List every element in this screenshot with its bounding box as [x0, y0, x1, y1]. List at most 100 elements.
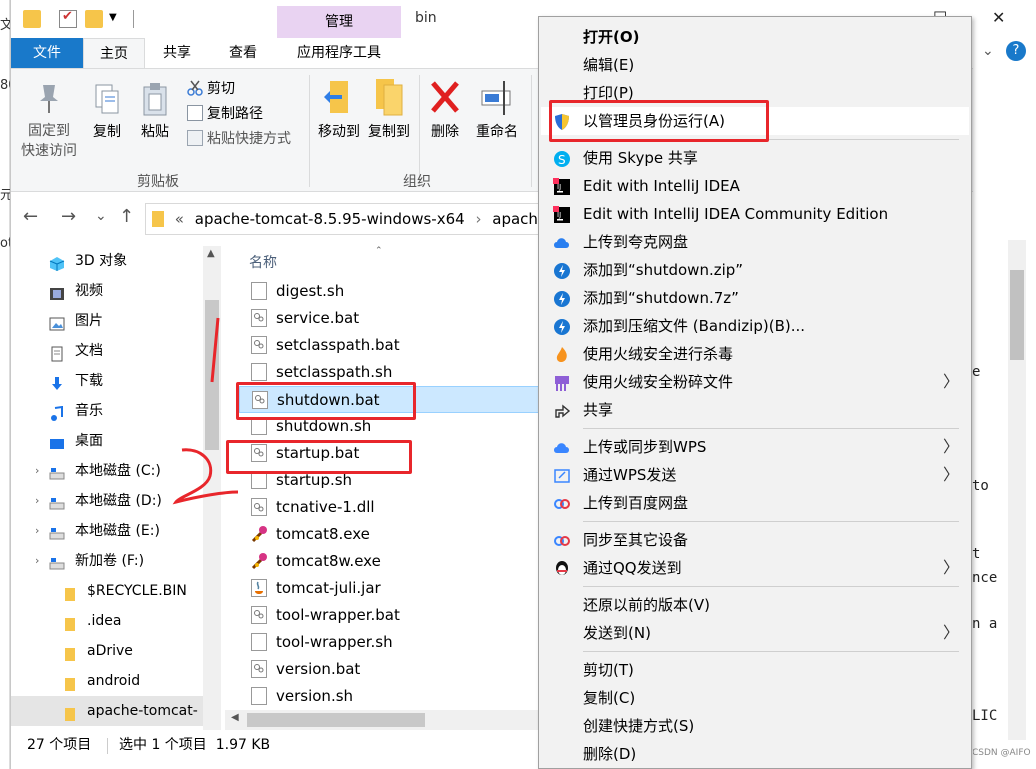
- scrollbar-thumb[interactable]: [1010, 270, 1024, 360]
- nav-item[interactable]: › 新加卷 (F:): [11, 546, 203, 576]
- copy-path-button[interactable]: 复制路径: [187, 102, 263, 126]
- nav-item[interactable]: aDrive: [11, 636, 203, 666]
- nav-item[interactable]: android: [11, 666, 203, 696]
- submenu-arrow-icon: 〉: [942, 558, 959, 577]
- tab-home[interactable]: 主页: [83, 38, 145, 69]
- file-row[interactable]: version.sh: [239, 683, 539, 710]
- chevron-down-icon[interactable]: ⌄: [982, 43, 994, 59]
- pin-quick-access-button[interactable]: 固定到 快速访问: [17, 81, 81, 161]
- breadcrumb-separator[interactable]: ›: [475, 210, 481, 228]
- nav-item[interactable]: .idea: [11, 606, 203, 636]
- context-menu-item[interactable]: 复制(C): [541, 684, 969, 712]
- expand-chevron-icon[interactable]: ›: [35, 456, 39, 486]
- file-row[interactable]: tomcat8w.exe: [239, 548, 539, 575]
- nav-item[interactable]: 3D 对象: [11, 246, 203, 276]
- context-menu-item[interactable]: 剪切(T): [541, 656, 969, 684]
- bg-scrollbar[interactable]: [1008, 240, 1026, 740]
- watermark: CSDN @AIFO: [972, 748, 1031, 758]
- tab-app-tools[interactable]: 应用程序工具: [281, 38, 397, 68]
- back-arrow-icon[interactable]: ←: [23, 206, 38, 227]
- contextual-tab-manage[interactable]: 管理: [277, 6, 401, 38]
- intellij-icon: IJ: [553, 177, 571, 195]
- context-menu-item[interactable]: IJ Edit with IntelliJ IDEA: [541, 172, 969, 200]
- file-row[interactable]: tomcat-juli.jar: [239, 575, 539, 602]
- nav-item[interactable]: apache-tomcat-: [11, 696, 203, 726]
- context-menu-item[interactable]: 共享: [541, 396, 969, 424]
- file-row[interactable]: service.bat: [239, 305, 539, 332]
- context-menu-item[interactable]: 添加到压缩文件 (Bandizip)(B)...: [541, 312, 969, 340]
- copy-to-button[interactable]: 复制到: [365, 77, 413, 141]
- paste-shortcut-label: 粘贴快捷方式: [207, 131, 291, 147]
- breadcrumb-segment[interactable]: apache-tomcat-8.5.95-windows-x64: [195, 210, 465, 228]
- context-menu-item[interactable]: 添加到“shutdown.zip”: [541, 256, 969, 284]
- context-menu-item[interactable]: 还原以前的版本(V): [541, 591, 969, 619]
- menu-separator: [583, 651, 959, 652]
- delete-button[interactable]: 删除: [425, 77, 465, 141]
- new-folder-icon[interactable]: [85, 10, 103, 28]
- file-row[interactable]: tool-wrapper.bat: [239, 602, 539, 629]
- context-menu-item[interactable]: 上传或同步到WPS 〉: [541, 433, 969, 461]
- file-row[interactable]: setclasspath.bat: [239, 332, 539, 359]
- rename-button[interactable]: 重命名: [471, 77, 523, 141]
- nav-item-label: $RECYCLE.BIN: [87, 583, 187, 599]
- context-menu-item[interactable]: 打开(O): [541, 23, 969, 51]
- menu-separator: [583, 428, 959, 429]
- window-title: bin: [415, 10, 437, 26]
- file-name: tcnative-1.dll: [276, 498, 375, 516]
- breadcrumb-segment[interactable]: apache-: [492, 210, 538, 228]
- path-overflow[interactable]: «: [175, 210, 184, 228]
- quick-access-dropdown-icon[interactable]: ▼: [109, 12, 117, 23]
- huorong-icon: [553, 345, 571, 363]
- context-menu-item[interactable]: 使用火绒安全进行杀毒: [541, 340, 969, 368]
- file-row[interactable]: tcnative-1.dll: [239, 494, 539, 521]
- context-menu-item[interactable]: 创建快捷方式(S): [541, 712, 969, 740]
- context-menu-item[interactable]: 上传到百度网盘: [541, 489, 969, 517]
- expand-chevron-icon[interactable]: ›: [35, 546, 39, 576]
- address-bar[interactable]: « apache-tomcat-8.5.95-windows-x64 › apa…: [145, 203, 539, 235]
- file-row[interactable]: tomcat8.exe: [239, 521, 539, 548]
- move-to-button[interactable]: 移动到: [315, 77, 363, 141]
- download-icon: [49, 373, 65, 390]
- help-icon[interactable]: ?: [1006, 41, 1026, 61]
- column-header-name[interactable]: 名称: [249, 252, 277, 272]
- up-arrow-icon[interactable]: ↑: [119, 206, 134, 227]
- context-menu-item[interactable]: 通过QQ发送到 〉: [541, 554, 969, 582]
- copy-to-icon: [372, 77, 406, 117]
- properties-check-icon[interactable]: ✔: [59, 9, 77, 28]
- context-menu-item[interactable]: 同步至其它设备: [541, 526, 969, 554]
- context-menu-item[interactable]: 发送到(N) 〉: [541, 619, 969, 647]
- folder-icon: [61, 613, 77, 631]
- tab-share[interactable]: 共享: [151, 38, 203, 68]
- context-menu-item[interactable]: 上传到夸克网盘: [541, 228, 969, 256]
- context-menu-item[interactable]: 使用火绒安全粉碎文件 〉: [541, 368, 969, 396]
- recent-locations-chevron-icon[interactable]: ⌄: [95, 208, 107, 224]
- file-row[interactable]: digest.sh: [239, 278, 539, 305]
- tab-view[interactable]: 查看: [215, 38, 271, 68]
- nav-item-label: 本地磁盘 (E:): [75, 523, 160, 539]
- context-menu-item[interactable]: 通过WPS发送 〉: [541, 461, 969, 489]
- context-menu-item[interactable]: IJ Edit with IntelliJ IDEA Community Edit…: [541, 200, 969, 228]
- cut-button[interactable]: 剪切: [187, 77, 235, 101]
- scrollbar-thumb[interactable]: [247, 713, 425, 727]
- nav-item[interactable]: $RECYCLE.BIN: [11, 576, 203, 606]
- context-menu-item[interactable]: 添加到“shutdown.7z”: [541, 284, 969, 312]
- tab-file[interactable]: 文件: [11, 38, 83, 68]
- copy-button[interactable]: 复制: [87, 81, 127, 141]
- context-menu-item[interactable]: 编辑(E): [541, 51, 969, 79]
- scroll-up-icon[interactable]: ▲: [207, 248, 215, 259]
- paste-button[interactable]: 粘贴: [135, 81, 175, 141]
- forward-arrow-icon[interactable]: →: [61, 206, 76, 227]
- menu-item-label: 共享: [583, 401, 614, 419]
- nav-item[interactable]: › 本地磁盘 (E:): [11, 516, 203, 546]
- annotation-scribble: [172, 317, 239, 505]
- scroll-left-icon[interactable]: ◀: [231, 712, 239, 723]
- close-icon[interactable]: ✕: [992, 8, 1005, 27]
- context-menu-item[interactable]: S 使用 Skype 共享: [541, 144, 969, 172]
- expand-chevron-icon[interactable]: ›: [35, 486, 39, 516]
- file-row[interactable]: tool-wrapper.sh: [239, 629, 539, 656]
- expand-chevron-icon[interactable]: ›: [35, 516, 39, 546]
- file-row[interactable]: version.bat: [239, 656, 539, 683]
- horizontal-scrollbar[interactable]: ◀: [225, 710, 541, 730]
- paste-shortcut-button[interactable]: 粘贴快捷方式: [187, 127, 291, 151]
- context-menu-item[interactable]: 删除(D): [541, 740, 969, 768]
